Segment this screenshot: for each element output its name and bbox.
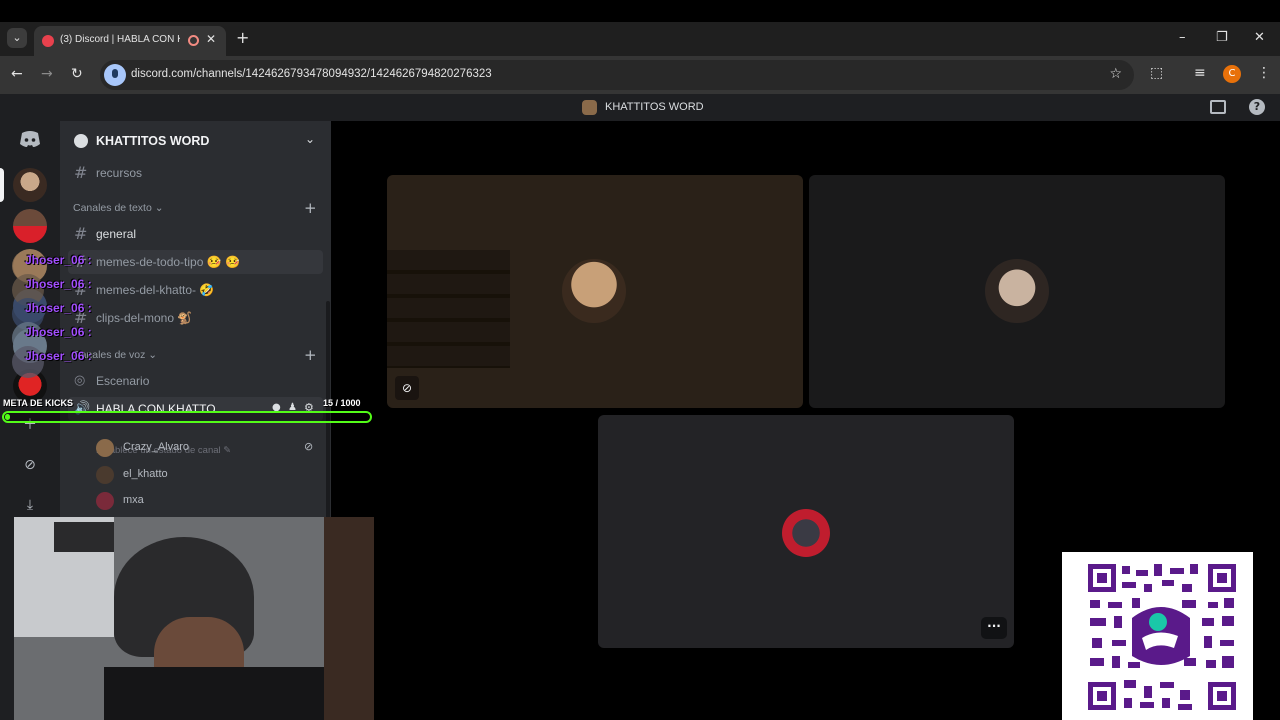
top-letterbox xyxy=(0,0,1280,22)
extensions-icon[interactable]: ⬚ xyxy=(1150,65,1163,81)
close-window-icon[interactable]: ✕ xyxy=(1254,30,1265,45)
tab-search-button[interactable]: ⌄ xyxy=(7,28,27,48)
chat-overlay-row: Jhoser_06 : xyxy=(0,298,330,330)
voice-member[interactable]: Crazy_Alvaro ⊘ xyxy=(96,437,321,459)
url-text: discord.com/channels/1424626793478094932… xyxy=(131,68,492,80)
back-icon[interactable]: ← xyxy=(11,66,23,82)
channel-name: recursos xyxy=(96,166,143,180)
server-title-avatar xyxy=(582,100,597,115)
forward-icon[interactable]: → xyxy=(41,66,53,82)
avatar xyxy=(96,466,114,484)
member-name: Crazy_Alvaro xyxy=(123,441,190,453)
qr-code-graphic xyxy=(1086,562,1236,712)
create-channel-icon[interactable]: + xyxy=(304,199,317,217)
recording-indicator-icon xyxy=(188,35,199,46)
channel-escenario[interactable]: ◎ Escenario xyxy=(68,369,323,393)
chat-username: Jhoser_06 : xyxy=(25,349,92,363)
kick-goal-progress-bar xyxy=(2,411,372,423)
browser-toolbar: ← → ↻ discord.com/channels/1424626793478… xyxy=(0,56,1280,94)
minimize-icon[interactable]: – xyxy=(1179,30,1186,45)
address-bar[interactable]: discord.com/channels/1424626793478094932… xyxy=(100,60,1134,90)
chat-overlay-row: Jhoser_06 : xyxy=(0,346,330,378)
server-khattitos[interactable] xyxy=(13,168,47,202)
browser-tab[interactable]: (3) Discord | HABLA CON KHATTO ✕ xyxy=(34,26,226,56)
kick-goal-count: 15 / 1000 xyxy=(323,398,361,408)
category-label: Canales de texto xyxy=(73,202,152,214)
kick-goal-label: META DE KICKS xyxy=(3,398,74,408)
hash-icon: # xyxy=(74,163,88,182)
qr-code xyxy=(1062,552,1253,720)
video-tile-khatto[interactable] xyxy=(809,175,1225,408)
chat-overlay-row: Jhoser_06 : xyxy=(0,322,330,354)
hash-icon: # xyxy=(74,224,88,243)
video-tile-cat[interactable]: ⊘ xyxy=(387,175,803,408)
help-icon[interactable]: ? xyxy=(1249,99,1265,115)
member-name: mxa xyxy=(123,494,144,506)
browser-tabbar: ⌄ (3) Discord | HABLA CON KHATTO ✕ + – ❐… xyxy=(0,22,1280,56)
voice-member[interactable]: el_khatto xyxy=(96,464,321,486)
server-2[interactable] xyxy=(13,209,47,243)
category-text-channels[interactable]: Canales de texto ⌄ xyxy=(73,202,164,214)
more-options-icon[interactable]: ··· xyxy=(981,617,1007,639)
webcam-monitor xyxy=(54,522,114,552)
kick-goal-progress-fill xyxy=(5,414,10,420)
avatar xyxy=(96,492,114,510)
khatto-avatar xyxy=(985,259,1049,323)
chat-username: Jhoser_06 : xyxy=(25,325,92,339)
server-boost-icon xyxy=(74,134,88,148)
chat-username: Jhoser_06 : xyxy=(25,253,92,267)
mic-icon[interactable] xyxy=(104,64,126,86)
tab-close-icon[interactable]: ✕ xyxy=(206,32,216,46)
profile-avatar[interactable]: C xyxy=(1223,65,1241,83)
server-name: KHATTITOS WORD xyxy=(96,134,210,148)
channel-general[interactable]: # general xyxy=(68,222,323,246)
restore-icon[interactable]: ❐ xyxy=(1216,30,1228,45)
new-tab-button[interactable]: + xyxy=(236,28,249,47)
discord-logo-icon[interactable] xyxy=(16,130,44,150)
menu-icon[interactable]: ⋮ xyxy=(1257,65,1271,81)
webcam-door xyxy=(324,517,374,720)
channel-recursos[interactable]: # recursos xyxy=(68,161,323,185)
webcam-person-shirt xyxy=(104,667,324,720)
video-tile-mxa[interactable]: ··· xyxy=(598,415,1014,648)
cat-avatar xyxy=(562,259,626,323)
media-controls-icon[interactable]: ≡ xyxy=(1194,65,1206,81)
voice-member[interactable]: mxa xyxy=(96,490,321,512)
muted-mic-icon: ⊘ xyxy=(304,440,314,453)
member-name: el_khatto xyxy=(123,468,168,480)
inbox-icon[interactable] xyxy=(1210,100,1226,114)
chat-username: Jhoser_06 : xyxy=(25,301,92,315)
streamer-webcam xyxy=(14,517,374,720)
chat-overlay-row: Jhoser_06 : xyxy=(0,250,330,282)
server-header[interactable]: KHATTITOS WORD ⌄ xyxy=(60,121,331,161)
chat-overlay-row: Jhoser_06 : xyxy=(0,274,330,306)
mxa-avatar xyxy=(782,509,830,557)
chevron-down-icon[interactable]: ⌄ xyxy=(305,132,315,146)
avatar xyxy=(96,439,114,457)
stage-icon: ◎ xyxy=(74,373,86,388)
muted-mic-icon[interactable]: ⊘ xyxy=(395,376,419,400)
discord-titlebar: KHATTITOS WORD ? xyxy=(0,94,1280,121)
reload-icon[interactable]: ↻ xyxy=(71,66,83,82)
window-title: KHATTITOS WORD xyxy=(605,101,704,113)
bookmark-star-icon[interactable]: ☆ xyxy=(1109,66,1122,82)
channel-name: Escenario xyxy=(96,374,150,388)
channel-name: general xyxy=(96,227,137,241)
selected-server-pill xyxy=(0,168,4,202)
discord-favicon-icon xyxy=(42,35,54,47)
compass-icon[interactable]: ⊘ xyxy=(14,449,46,481)
tile-background-pattern xyxy=(387,250,510,368)
tab-title: (3) Discord | HABLA CON KHATTO xyxy=(60,34,180,45)
chat-username: Jhoser_06 : xyxy=(25,277,92,291)
